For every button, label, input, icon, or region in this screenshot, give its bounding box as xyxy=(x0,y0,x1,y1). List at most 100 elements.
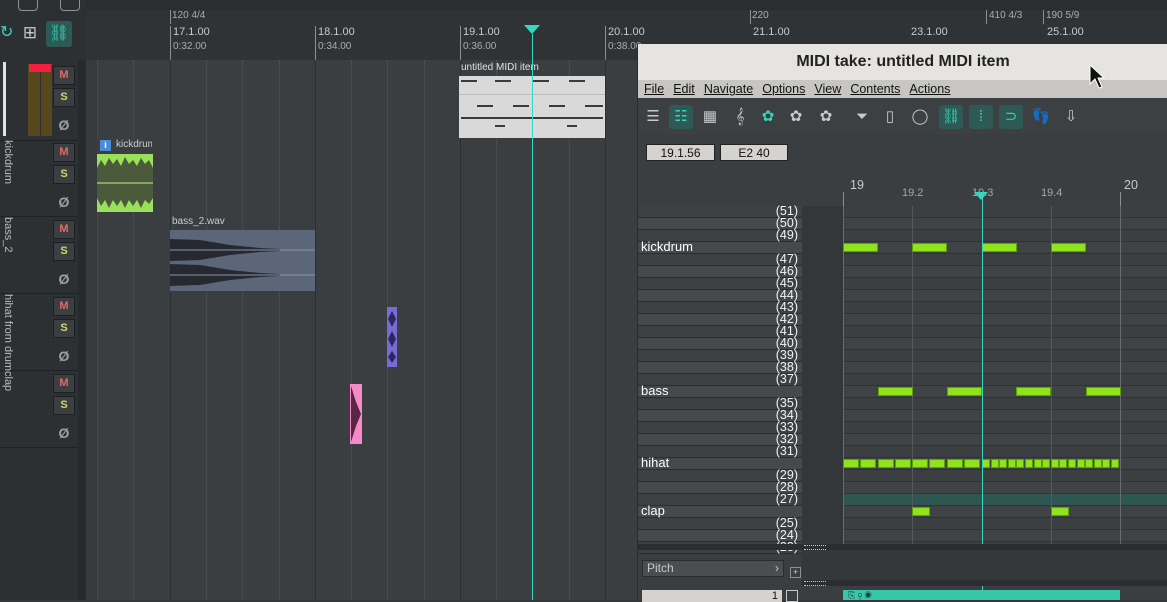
hihat-solo-button[interactable]: S xyxy=(53,319,75,338)
midi-note[interactable] xyxy=(1016,459,1025,468)
midi-note[interactable] xyxy=(982,243,1017,252)
tempo-marker[interactable]: 120 4/4 xyxy=(172,10,205,21)
midi-note[interactable] xyxy=(912,459,928,468)
midi-note[interactable] xyxy=(1059,459,1068,468)
note-row[interactable] xyxy=(843,434,1167,446)
master-mute-button[interactable]: M xyxy=(53,66,75,85)
step-input-icon[interactable]: ✿ xyxy=(756,105,780,129)
clap-solo-button[interactable]: S xyxy=(53,396,75,415)
clap-phase-button[interactable]: Ø xyxy=(53,424,75,443)
note-row[interactable] xyxy=(843,410,1167,422)
note-row[interactable] xyxy=(843,254,1167,266)
note-row[interactable] xyxy=(843,218,1167,230)
midi-note[interactable] xyxy=(964,459,980,468)
tempo-marker[interactable]: 220 xyxy=(752,10,769,21)
route-icon[interactable] xyxy=(18,0,38,11)
keyboard-splitter[interactable] xyxy=(638,544,802,550)
bass-solo-button[interactable]: S xyxy=(53,242,75,261)
media-item-kickdrum[interactable]: i kickdrum xyxy=(97,138,153,212)
lane-value-field[interactable]: 1 xyxy=(642,590,782,602)
note-row[interactable] xyxy=(843,350,1167,362)
midi-note[interactable] xyxy=(1033,459,1042,468)
note-row[interactable] xyxy=(843,506,1167,518)
midi-note[interactable] xyxy=(1042,459,1051,468)
menu-edit[interactable]: Edit xyxy=(673,80,695,98)
menu-view[interactable]: View xyxy=(814,80,841,98)
kickdrum-solo-button[interactable]: S xyxy=(53,165,75,184)
midi-note[interactable] xyxy=(895,459,911,468)
midi-note[interactable] xyxy=(947,459,963,468)
note-row[interactable] xyxy=(843,530,1167,542)
named-notes-icon[interactable]: ☷ xyxy=(669,105,693,129)
midi-note[interactable] xyxy=(1085,459,1094,468)
import-icon[interactable]: ⇩ xyxy=(1059,105,1083,129)
note-row[interactable] xyxy=(843,266,1167,278)
info-icon[interactable]: i xyxy=(100,140,111,151)
drum-grid-icon[interactable]: ▦ xyxy=(698,105,722,129)
velocity-lane[interactable] xyxy=(843,590,1120,600)
filter-icon[interactable]: ⏷ xyxy=(850,105,874,129)
kickdrum-phase-button[interactable]: Ø xyxy=(53,193,75,212)
midi-note[interactable] xyxy=(929,459,945,468)
note-row[interactable] xyxy=(843,374,1167,386)
track-name-kickdrum[interactable]: kickdrum xyxy=(2,140,14,212)
tcp-splitter[interactable] xyxy=(78,60,86,600)
midi-note[interactable] xyxy=(1111,459,1119,468)
midi-note[interactable] xyxy=(947,387,982,396)
midi-editor-title[interactable]: MIDI take: untitled MIDI item xyxy=(638,44,1167,80)
note-row[interactable] xyxy=(843,470,1167,482)
notation-icon[interactable]: 𝄞 xyxy=(728,105,752,129)
note-row[interactable] xyxy=(843,518,1167,530)
media-item-clap[interactable] xyxy=(350,384,362,444)
lane-checkbox[interactable] xyxy=(786,590,798,602)
tempo-lane[interactable] xyxy=(86,0,1167,10)
midi-note[interactable] xyxy=(990,459,999,468)
playhead-marker-icon[interactable] xyxy=(524,25,540,34)
midi-note[interactable] xyxy=(982,459,990,468)
midi-note[interactable] xyxy=(1016,387,1051,396)
grid-icon[interactable]: ⊞ xyxy=(19,22,41,44)
track-name-clap[interactable]: clap xyxy=(2,371,14,443)
midi-note[interactable] xyxy=(912,243,947,252)
midi-note[interactable] xyxy=(843,243,878,252)
kickdrum-mute-button[interactable]: M xyxy=(53,143,75,162)
midi-note[interactable] xyxy=(912,507,930,516)
play-item-icon[interactable]: ✿ xyxy=(784,105,808,129)
midi-note[interactable] xyxy=(999,459,1008,468)
note-row[interactable] xyxy=(843,278,1167,290)
menu-navigate[interactable]: Navigate xyxy=(704,80,753,98)
midi-editor-window[interactable]: MIDI take: untitled MIDI item File Edit … xyxy=(637,44,1167,602)
note-row[interactable] xyxy=(843,290,1167,302)
note-row[interactable] xyxy=(843,314,1167,326)
lane-splitter[interactable] xyxy=(802,580,1167,586)
midi-note[interactable] xyxy=(1093,459,1102,468)
cc-lane[interactable] xyxy=(802,550,1167,582)
track-name-hihat[interactable]: hihat from drum xyxy=(2,294,14,371)
track-name-bass[interactable]: bass_2 xyxy=(2,217,14,289)
splitter-grip-icon[interactable] xyxy=(804,581,826,586)
midi-playhead-icon[interactable] xyxy=(974,192,988,200)
midi-note[interactable] xyxy=(878,459,894,468)
midi-note[interactable] xyxy=(1025,459,1033,468)
hihat-phase-button[interactable]: Ø xyxy=(53,347,75,366)
midi-note[interactable] xyxy=(1076,459,1085,468)
bass-phase-button[interactable]: Ø xyxy=(53,270,75,289)
menu-contents[interactable]: Contents xyxy=(850,80,900,98)
midi-note[interactable] xyxy=(1051,243,1086,252)
cc-lane-select[interactable]: Pitch › xyxy=(642,560,784,577)
midi-note[interactable] xyxy=(1068,459,1076,468)
grid-lines-icon[interactable]: ⁞ xyxy=(969,105,993,129)
position-field[interactable]: 19.1.56 xyxy=(646,144,715,161)
menu-actions[interactable]: Actions xyxy=(909,80,950,98)
master-solo-button[interactable]: S xyxy=(53,88,75,107)
footprint-icon[interactable]: 👣 xyxy=(1029,105,1053,129)
note-row[interactable] xyxy=(843,422,1167,434)
media-item-hihat[interactable] xyxy=(387,307,397,367)
piano-roll-icon[interactable]: ☰ xyxy=(641,105,665,129)
bass-mute-button[interactable]: M xyxy=(53,220,75,239)
note-field[interactable]: E2 40 xyxy=(720,144,788,161)
menu-file[interactable]: File xyxy=(644,80,664,98)
note-row[interactable] xyxy=(843,446,1167,458)
note-row[interactable] xyxy=(843,302,1167,314)
midi-note[interactable] xyxy=(843,459,859,468)
